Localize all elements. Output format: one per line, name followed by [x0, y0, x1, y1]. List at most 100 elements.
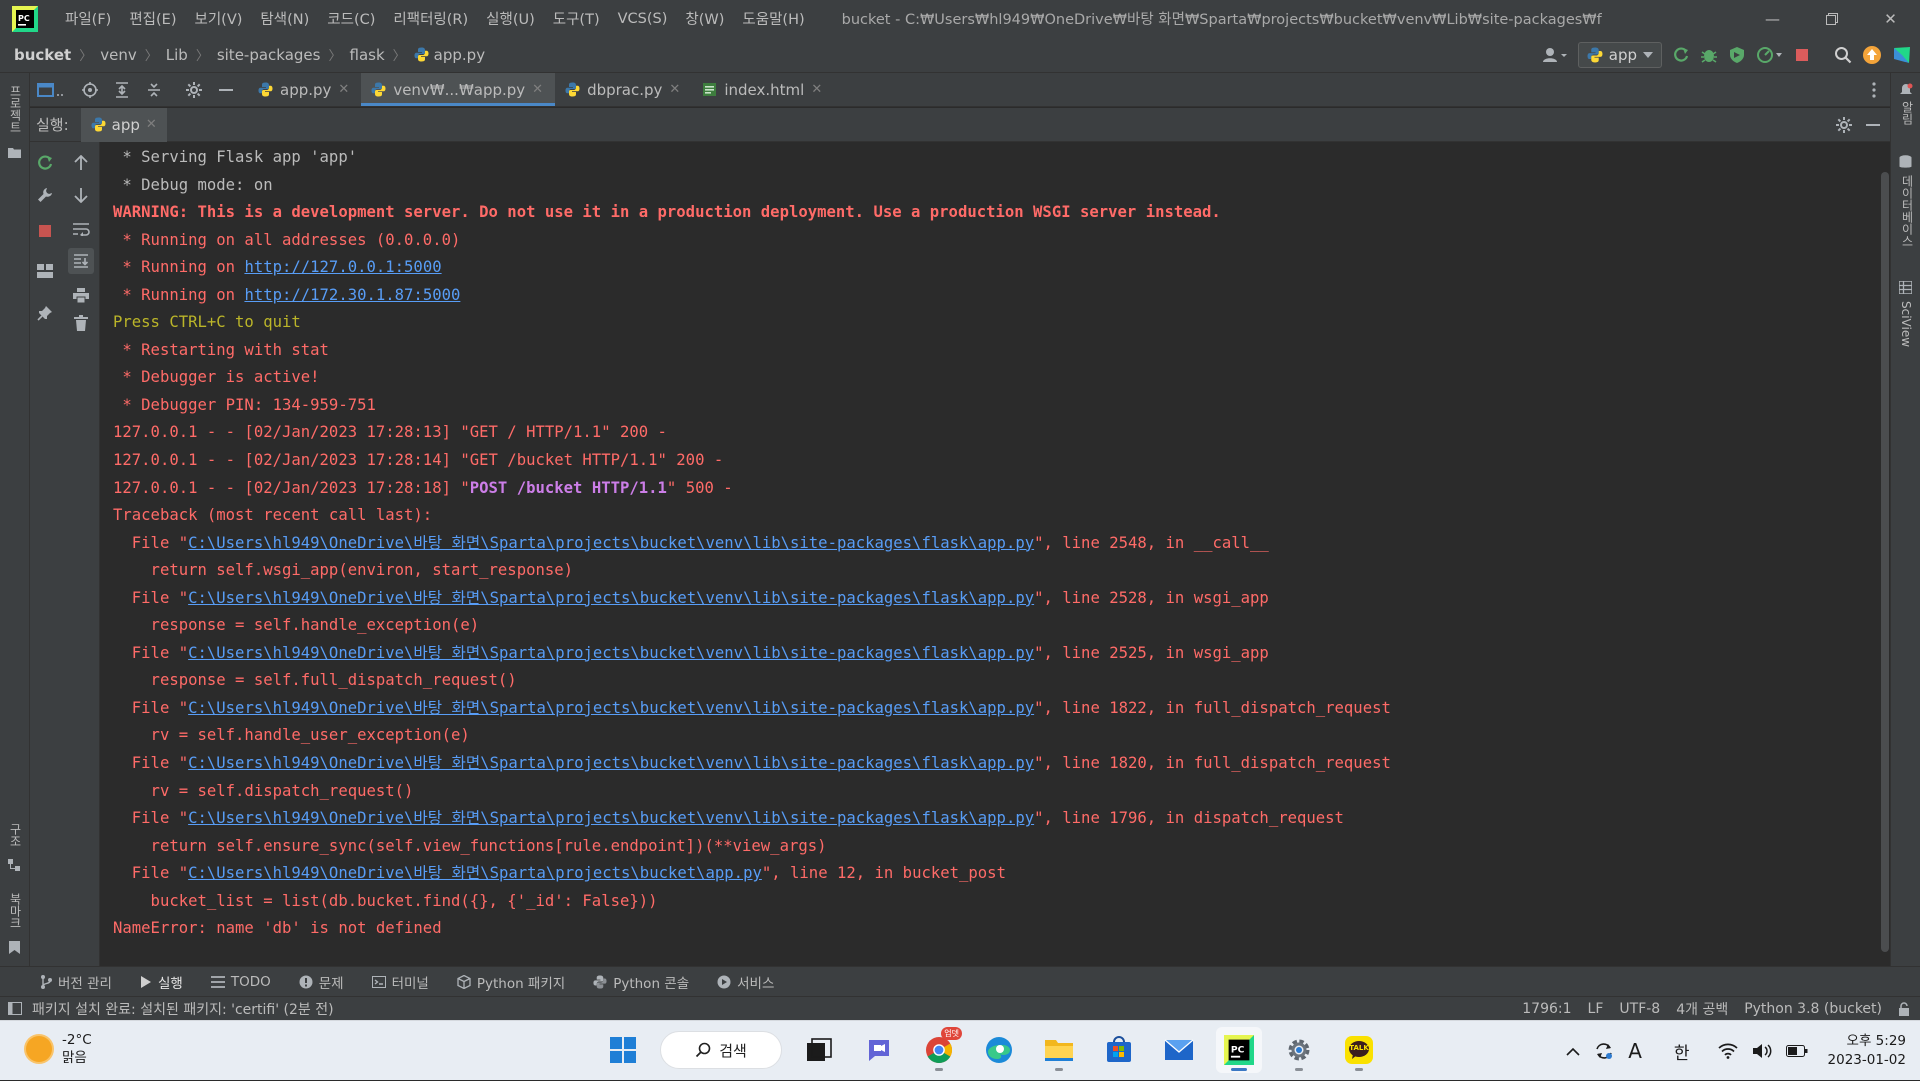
restore-icon[interactable] [1802, 0, 1861, 37]
chrome-browser-icon[interactable]: 업뎃 [916, 1027, 962, 1073]
lock-icon[interactable] [1898, 1002, 1910, 1016]
start-windows-icon[interactable] [600, 1027, 646, 1073]
tab-index-html[interactable]: index.html ✕ [692, 73, 834, 106]
debug-bug-icon[interactable] [1700, 46, 1718, 64]
wifi-icon[interactable] [1717, 1043, 1738, 1059]
panel-toggle-icon[interactable] [8, 1002, 22, 1015]
structure-tool-tab[interactable]: 구조 [7, 823, 24, 847]
layout-icon[interactable] [32, 258, 58, 284]
hide-panel-icon[interactable] [1866, 123, 1880, 127]
menu-navigate[interactable]: 탐색(N) [251, 8, 318, 29]
bottom-tab-terminal[interactable]: 터미널 [371, 972, 429, 992]
run-console-output[interactable]: * Serving Flask app 'app' * Debug mode: … [100, 142, 1880, 966]
stop-icon[interactable] [32, 218, 58, 244]
task-view-icon[interactable] [796, 1027, 842, 1073]
tab-venv-app-py[interactable]: venv₩...₩app.py ✕ [361, 73, 556, 106]
run-configuration-select[interactable]: app [1577, 42, 1662, 68]
rerun-icon[interactable] [32, 150, 58, 176]
file-explorer-icon[interactable] [1036, 1027, 1082, 1073]
minimize-icon[interactable]: — [1743, 0, 1802, 37]
menu-help[interactable]: 도움말(H) [733, 8, 813, 29]
menu-tools[interactable]: 도구(T) [544, 8, 609, 29]
menu-view[interactable]: 보기(V) [186, 8, 252, 29]
expand-all-icon[interactable] [106, 73, 138, 106]
close-tab-icon[interactable]: ✕ [811, 82, 822, 97]
pycharm-app-icon[interactable]: PC [1216, 1027, 1262, 1073]
bookmarks-tool-tab[interactable]: 북마크 [7, 893, 24, 929]
console-file-link[interactable]: C:\Users\hl949\OneDrive\바탕 화면\Sparta\pro… [188, 699, 1034, 717]
sciview-tool-tab[interactable]: SciView [1899, 301, 1913, 347]
notifications-tool-tab[interactable]: 알림 [1899, 101, 1916, 125]
menu-refactor[interactable]: 리팩터링(R) [384, 8, 477, 29]
bottom-tab-run[interactable]: 실행 [140, 972, 183, 992]
breadcrumb-venv[interactable]: venv [100, 46, 137, 64]
status-message[interactable]: 패키지 설치 완료: 설치된 패키지: 'certifi' (2분 전) [32, 999, 334, 1019]
microsoft-store-icon[interactable] [1096, 1027, 1142, 1073]
console-file-link[interactable]: C:\Users\hl949\OneDrive\바탕 화면\Sparta\pro… [188, 534, 1034, 552]
jetbrains-ai-icon[interactable] [1892, 45, 1912, 65]
scrollbar-thumb[interactable] [1881, 172, 1889, 952]
settings-app-icon[interactable] [1276, 1027, 1322, 1073]
chat-app-icon[interactable] [856, 1027, 902, 1073]
ime-language-indicator[interactable]: 한 [1674, 1039, 1690, 1064]
bottom-tab-todo[interactable]: TODO [210, 974, 271, 990]
project-tool-tab[interactable]: 프로젝트 [7, 85, 24, 133]
menu-code[interactable]: 코드(C) [318, 8, 384, 29]
menu-edit[interactable]: 편집(E) [120, 8, 185, 29]
console-file-link[interactable]: http://127.0.0.1:5000 [244, 258, 441, 276]
breadcrumb-site-packages[interactable]: site-packages [217, 46, 321, 64]
project-view-icon[interactable] [30, 73, 74, 106]
console-file-link[interactable]: C:\Users\hl949\OneDrive\바탕 화면\Sparta\pro… [188, 809, 1034, 827]
search-everywhere-icon[interactable] [1834, 46, 1852, 64]
edge-browser-icon[interactable] [976, 1027, 1022, 1073]
tab-app-py[interactable]: app.py ✕ [248, 73, 361, 106]
hide-panel-icon[interactable] [210, 73, 242, 106]
profile-icon[interactable] [1756, 46, 1784, 64]
console-file-link[interactable]: C:\Users\hl949\OneDrive\바탕 화면\Sparta\pro… [188, 644, 1034, 662]
close-tab-icon[interactable]: ✕ [532, 82, 543, 97]
line-separator[interactable]: LF [1588, 1001, 1604, 1017]
coverage-icon[interactable] [1728, 46, 1746, 64]
caret-position[interactable]: 1796:1 [1522, 1001, 1571, 1017]
scroll-to-end-icon[interactable] [68, 248, 94, 274]
bottom-tab-python-packages[interactable]: Python 패키지 [457, 972, 565, 992]
console-file-link[interactable]: C:\Users\hl949\OneDrive\바탕 화면\Sparta\pro… [188, 589, 1034, 607]
console-file-link[interactable]: http://172.30.1.87:5000 [244, 286, 460, 304]
collapse-all-icon[interactable] [138, 73, 170, 106]
system-clock[interactable]: 오후 5:29 2023-01-02 [1828, 1032, 1906, 1070]
sync-icon[interactable] [1594, 1041, 1614, 1061]
soft-wrap-icon[interactable] [68, 216, 94, 242]
arrow-down-icon[interactable] [68, 182, 94, 208]
menu-window[interactable]: 창(W) [676, 8, 733, 29]
battery-icon[interactable] [1785, 1045, 1808, 1057]
menu-vcs[interactable]: VCS(S) [609, 11, 677, 27]
close-window-icon[interactable]: ✕ [1861, 0, 1920, 37]
menu-file[interactable]: 파일(F) [56, 8, 120, 29]
menu-run[interactable]: 실행(U) [477, 8, 544, 29]
breadcrumb-file[interactable]: app.py [434, 46, 485, 64]
settings-gear-icon[interactable] [1836, 117, 1852, 133]
settings-gear-icon[interactable] [178, 73, 210, 106]
console-scrollbar[interactable] [1880, 142, 1890, 966]
kakaotalk-app-icon[interactable]: TALK [1336, 1027, 1382, 1073]
locate-file-icon[interactable] [74, 73, 106, 106]
close-tab-icon[interactable]: ✕ [146, 117, 157, 132]
wrench-icon[interactable] [32, 182, 58, 208]
indent-setting[interactable]: 4개 공백 [1676, 999, 1728, 1019]
bottom-tab-services[interactable]: 서비스 [717, 972, 774, 992]
breadcrumb-lib[interactable]: Lib [166, 46, 188, 64]
database-tool-tab[interactable]: 데이터베이스 [1899, 175, 1916, 247]
stop-icon[interactable] [1794, 47, 1810, 63]
bottom-tab-version-control[interactable]: 버전 관리 [40, 972, 112, 992]
taskbar-search[interactable]: 검색 [660, 1031, 782, 1069]
bottom-tab-python-console[interactable]: Python 콘솔 [593, 972, 689, 992]
breadcrumb-flask[interactable]: flask [350, 46, 385, 64]
file-encoding[interactable]: UTF-8 [1619, 1001, 1660, 1017]
volume-icon[interactable] [1752, 1043, 1772, 1059]
more-options-icon[interactable] [1858, 73, 1890, 106]
close-tab-icon[interactable]: ✕ [669, 82, 680, 97]
console-file-link[interactable]: C:\Users\hl949\OneDrive\바탕 화면\Sparta\pro… [188, 864, 762, 882]
tab-dbprac-py[interactable]: dbprac.py ✕ [555, 73, 692, 106]
print-icon[interactable] [68, 282, 94, 308]
trash-icon[interactable] [68, 310, 94, 336]
